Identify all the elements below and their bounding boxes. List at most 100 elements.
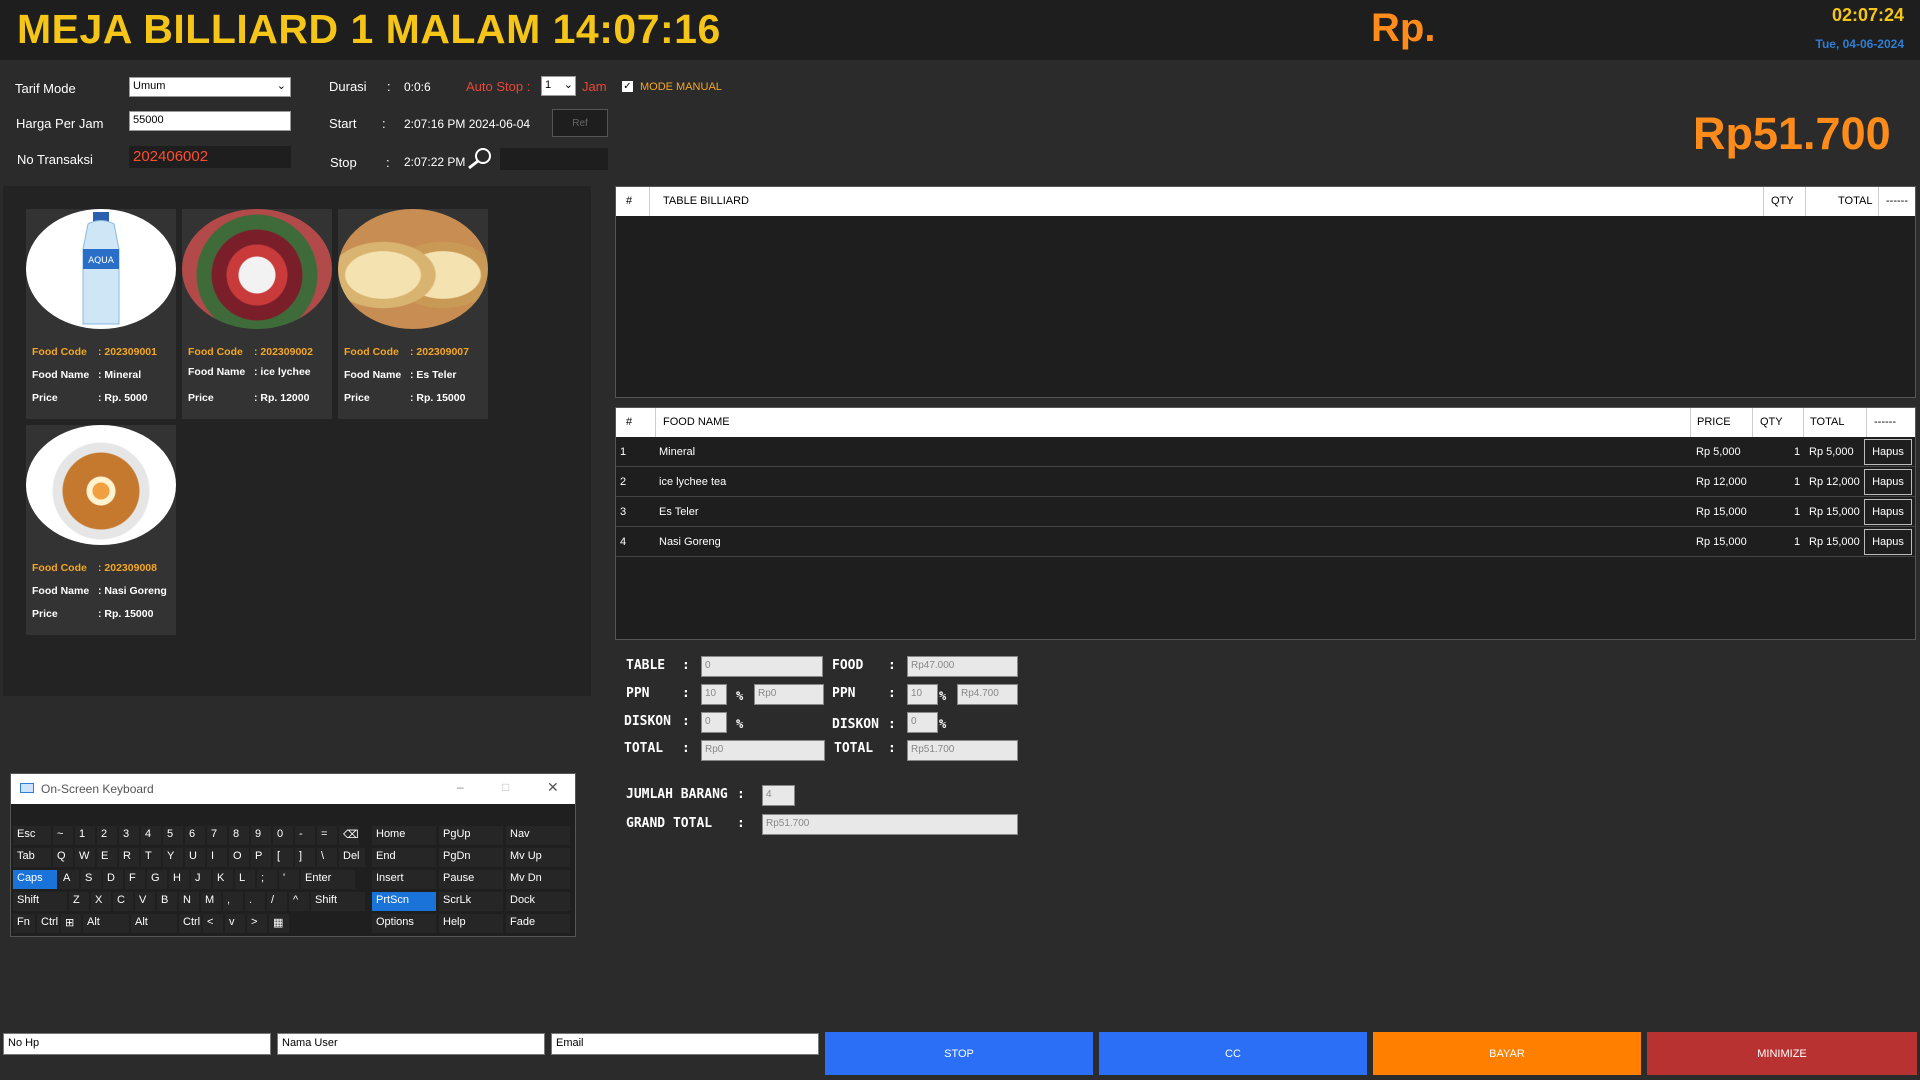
hapus-button[interactable]: Hapus [1864, 529, 1912, 555]
key-3-4[interactable]: V [135, 892, 155, 911]
key-4-7[interactable]: v [225, 914, 245, 933]
no-hp-input[interactable]: No Hp [3, 1033, 271, 1055]
food-cost-field[interactable]: Rp47.000 [907, 656, 1018, 677]
food-card[interactable]: Food Code: 202309008 Food Name: Nasi Gor… [26, 425, 176, 635]
key-0-1[interactable]: ~ [53, 826, 73, 845]
auto-stop-select[interactable]: 1 ⌄ [541, 76, 576, 96]
key-3-5[interactable]: B [157, 892, 177, 911]
key-4-8[interactable]: > [247, 914, 267, 933]
ppn-food-percent-input[interactable]: 10 [907, 684, 938, 705]
key-2-11[interactable]: ' [279, 870, 299, 889]
key-4-6[interactable]: < [203, 914, 223, 933]
key-3-1[interactable]: Z [69, 892, 89, 911]
side-key-3-1[interactable]: ScrLk [439, 892, 503, 911]
key-1-8[interactable]: I [207, 848, 227, 867]
key-3-0[interactable]: Shift [13, 892, 67, 911]
key-2-7[interactable]: J [191, 870, 211, 889]
key-3-10[interactable]: / [267, 892, 287, 911]
key-4-1[interactable]: Ctrl [37, 914, 59, 933]
ppn-table-value-field[interactable]: Rp0 [754, 684, 824, 705]
key-2-0[interactable]: Caps [13, 870, 57, 889]
key-1-5[interactable]: T [141, 848, 161, 867]
key-3-11[interactable]: ^ [289, 892, 309, 911]
table-row[interactable]: 1 Mineral Rp 5,000 1 Rp 5,000 Hapus [616, 437, 1915, 467]
close-icon[interactable]: ✕ [547, 779, 559, 796]
key-0-0[interactable]: Esc [13, 826, 51, 845]
key-0-10[interactable]: 9 [251, 826, 271, 845]
key-2-12[interactable]: Enter [301, 870, 355, 889]
key-0-9[interactable]: 8 [229, 826, 249, 845]
maximize-icon[interactable]: □ [502, 780, 509, 794]
side-key-2-2[interactable]: Mv Dn [506, 870, 570, 889]
key-2-8[interactable]: K [213, 870, 233, 889]
key-0-11[interactable]: 0 [273, 826, 293, 845]
key-0-3[interactable]: 2 [97, 826, 117, 845]
side-key-0-0[interactable]: Home [372, 826, 436, 845]
key-0-13[interactable]: = [317, 826, 337, 845]
email-input[interactable]: Email [551, 1033, 819, 1055]
diskon-food-input[interactable]: 0 [907, 712, 938, 733]
key-4-9[interactable]: ▦ [269, 914, 289, 933]
key-1-0[interactable]: Tab [13, 848, 51, 867]
side-key-0-1[interactable]: PgUp [439, 826, 503, 845]
diskon-table-input[interactable]: 0 [701, 712, 727, 733]
food-card[interactable]: Food Code: 202309002 Food Name: ice lych… [182, 209, 332, 419]
side-key-0-2[interactable]: Nav [506, 826, 570, 845]
ref-button[interactable]: Ref [552, 109, 608, 137]
key-2-10[interactable]: ; [257, 870, 277, 889]
key-3-3[interactable]: C [113, 892, 133, 911]
key-0-6[interactable]: 5 [163, 826, 183, 845]
side-key-4-0[interactable]: Options [372, 914, 436, 933]
jumlah-barang-field[interactable]: 4 [762, 785, 795, 806]
key-2-9[interactable]: L [235, 870, 255, 889]
side-key-1-0[interactable]: End [372, 848, 436, 867]
key-4-0[interactable]: Fn [13, 914, 35, 933]
side-key-2-0[interactable]: Insert [372, 870, 436, 889]
table-row[interactable]: 2 ice lychee tea Rp 12,000 1 Rp 12,000 H… [616, 467, 1915, 497]
key-1-1[interactable]: Q [53, 848, 73, 867]
key-1-11[interactable]: [ [273, 848, 293, 867]
table-row[interactable]: 4 Nasi Goreng Rp 15,000 1 Rp 15,000 Hapu… [616, 527, 1915, 557]
key-1-4[interactable]: R [119, 848, 139, 867]
grand-total-field[interactable]: Rp51.700 [762, 814, 1018, 835]
key-4-2[interactable]: ⊞ [61, 914, 81, 933]
hapus-button[interactable]: Hapus [1864, 439, 1912, 465]
key-0-2[interactable]: 1 [75, 826, 95, 845]
key-2-6[interactable]: H [169, 870, 189, 889]
ppn-food-value-field[interactable]: Rp4.700 [957, 684, 1018, 705]
nama-user-input[interactable]: Nama User [277, 1033, 545, 1055]
harga-input[interactable]: 55000 [129, 111, 291, 131]
key-4-4[interactable]: Alt [131, 914, 177, 933]
stop-button[interactable]: STOP [825, 1032, 1093, 1075]
key-1-2[interactable]: W [75, 848, 95, 867]
bayar-button[interactable]: BAYAR [1373, 1032, 1641, 1075]
key-1-6[interactable]: Y [163, 848, 183, 867]
total-table-field[interactable]: Rp0 [701, 740, 825, 761]
key-3-9[interactable]: . [245, 892, 265, 911]
key-1-3[interactable]: E [97, 848, 117, 867]
key-2-3[interactable]: D [103, 870, 123, 889]
side-key-2-1[interactable]: Pause [439, 870, 503, 889]
side-key-1-1[interactable]: PgDn [439, 848, 503, 867]
search-icon[interactable] [465, 146, 495, 170]
table-row[interactable]: 3 Es Teler Rp 15,000 1 Rp 15,000 Hapus [616, 497, 1915, 527]
key-1-13[interactable]: \ [317, 848, 337, 867]
key-1-14[interactable]: Del [339, 848, 365, 867]
key-0-7[interactable]: 6 [185, 826, 205, 845]
side-key-4-2[interactable]: Fade [506, 914, 570, 933]
key-1-10[interactable]: P [251, 848, 271, 867]
key-0-8[interactable]: 7 [207, 826, 227, 845]
key-3-6[interactable]: N [179, 892, 199, 911]
key-0-5[interactable]: 4 [141, 826, 161, 845]
hapus-button[interactable]: Hapus [1864, 499, 1912, 525]
total-food-field[interactable]: Rp51.700 [907, 740, 1018, 761]
key-4-5[interactable]: Ctrl [179, 914, 201, 933]
food-card[interactable]: AQUA Food Code: 202309001 Food Name: Min… [26, 209, 176, 419]
key-2-5[interactable]: G [147, 870, 167, 889]
ppn-table-percent-input[interactable]: 10 [701, 684, 727, 705]
mode-manual-checkbox[interactable]: ✓ [622, 81, 633, 92]
on-screen-keyboard[interactable]: On-Screen Keyboard – □ ✕ Esc ~1 2 3 4 5 6 7 8 9 0-… [10, 773, 576, 937]
key-1-12[interactable]: ] [295, 848, 315, 867]
key-2-4[interactable]: F [125, 870, 145, 889]
tarif-mode-select[interactable]: Umum ⌄ [129, 77, 291, 97]
